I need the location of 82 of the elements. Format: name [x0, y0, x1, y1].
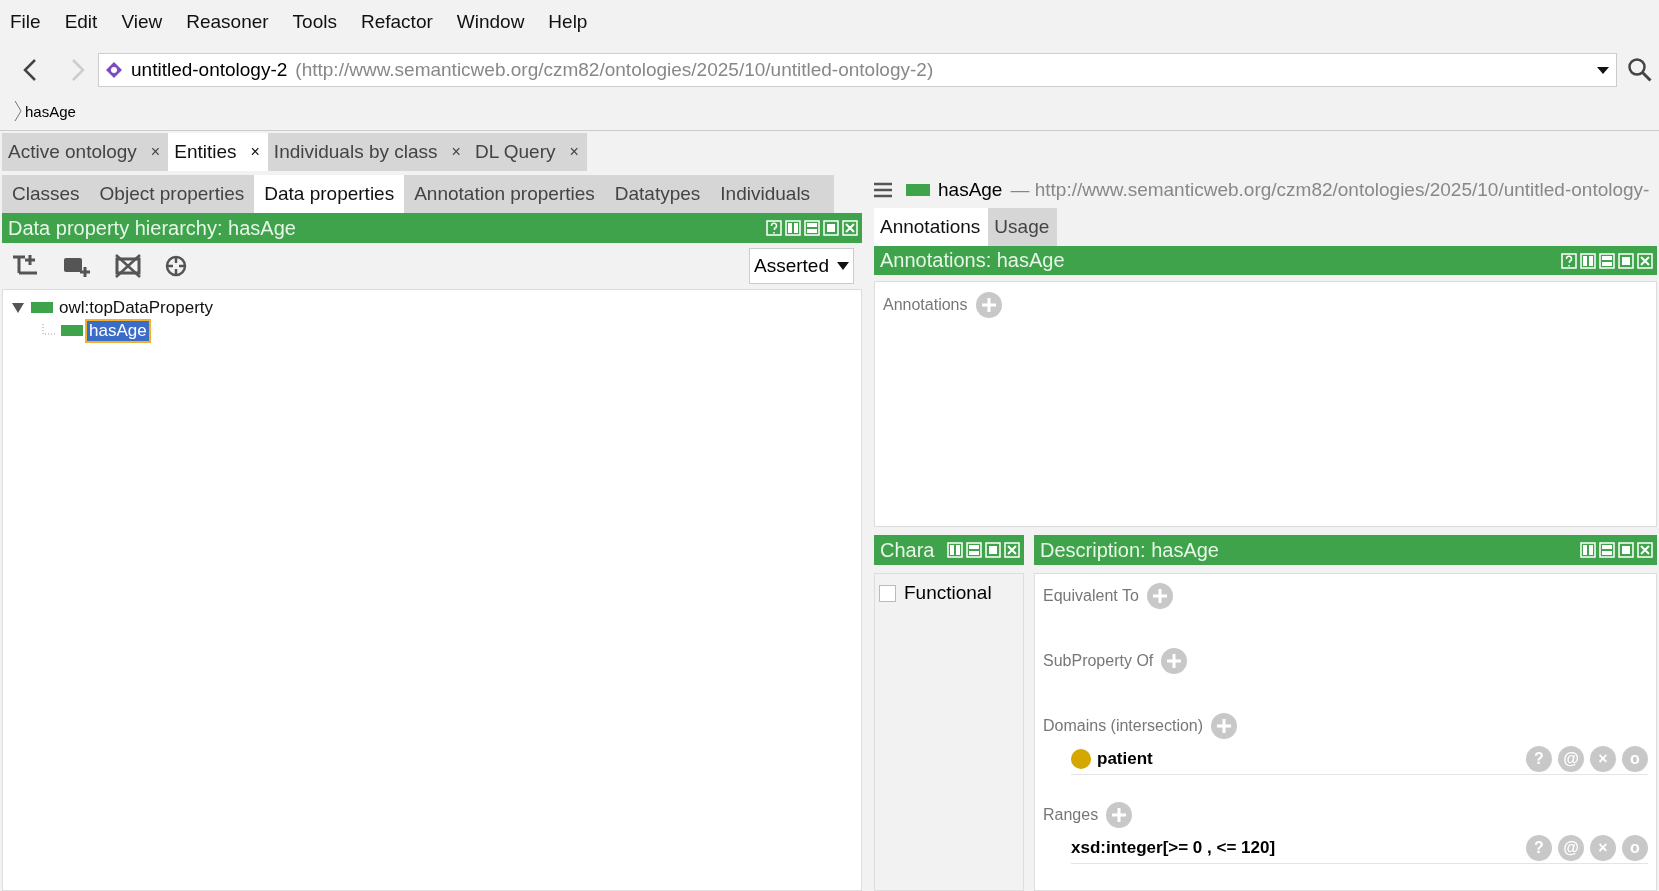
- view-title: Description: hasAge: [1040, 538, 1219, 562]
- menu-item[interactable]: Reasoner: [186, 11, 269, 33]
- menu-item[interactable]: File: [10, 11, 41, 33]
- workspace-tab[interactable]: Individuals by class ×: [267, 133, 469, 171]
- crosshair-icon[interactable]: [164, 254, 188, 278]
- add-icon[interactable]: [1146, 583, 1173, 609]
- entity-tab[interactable]: Datatypes: [604, 175, 711, 213]
- view-title: Data property hierarchy: hasAge: [8, 216, 296, 240]
- section-label: SubProperty Of: [1043, 652, 1154, 670]
- split-horizontal-icon[interactable]: [804, 220, 820, 236]
- close-icon[interactable]: [1637, 542, 1653, 558]
- breadcrumb-item[interactable]: hasAge: [25, 102, 76, 120]
- section-label: Domains (intersection): [1043, 717, 1204, 735]
- entity-tab[interactable]: Individuals: [710, 175, 821, 213]
- entity-tab[interactable]: Object properties: [89, 175, 255, 213]
- tab-close[interactable]: ×: [451, 143, 461, 161]
- search-icon[interactable]: [1627, 57, 1653, 83]
- workspace-tab[interactable]: DL Query ×: [468, 133, 587, 171]
- menu-item[interactable]: Refactor: [360, 11, 433, 33]
- dropdown-caret-icon: [837, 262, 849, 270]
- split-vertical-icon[interactable]: [1580, 252, 1596, 269]
- ontology-address-field[interactable]: untitled-ontology-2 (http://www.semanticweb.org/czm82/ontologies/2025/10/untitled-ontology-2): [98, 53, 1617, 87]
- entity-tab[interactable]: Classes: [2, 175, 90, 213]
- add-icon[interactable]: [1161, 648, 1188, 674]
- delete-icon[interactable]: [114, 253, 142, 279]
- menu-item[interactable]: Help: [548, 11, 588, 33]
- section-label: Annotations: [883, 296, 968, 315]
- section-label: Equivalent To: [1043, 587, 1139, 605]
- tree-line-icon: [41, 323, 57, 338]
- tree-node-label[interactable]: hasAge: [87, 320, 149, 341]
- view-title: Annotations: hasAge: [880, 249, 1065, 273]
- menu-icon[interactable]: [874, 182, 892, 199]
- entity-tab[interactable]: Annotation properties: [404, 175, 605, 213]
- dropdown-caret-icon[interactable]: [1596, 65, 1610, 75]
- tree-node-label[interactable]: owl:topDataProperty: [57, 297, 216, 318]
- view-title: Chara: [880, 538, 935, 562]
- data-property-icon: [61, 325, 83, 336]
- menu-item[interactable]: Tools: [292, 11, 337, 33]
- expand-toggle-icon[interactable]: [11, 300, 27, 315]
- maximize-icon[interactable]: [985, 542, 1001, 558]
- ontology-iri: (http://www.semanticweb.org/czm82/ontologies/2025/10/untitled-ontology-2): [295, 59, 934, 81]
- entity-iri: — http://www.semanticweb.org/czm82/ontologies/2025/10/untitled-ontology-: [1010, 179, 1650, 202]
- add-icon[interactable]: [1211, 713, 1238, 739]
- workspace-tab[interactable]: Active ontology ×: [2, 133, 169, 171]
- workspace-tab[interactable]: Entities ×: [168, 133, 268, 171]
- checkbox-label: Functional: [904, 582, 992, 604]
- tab-close[interactable]: ×: [250, 143, 260, 161]
- menu-item[interactable]: Window: [456, 11, 525, 33]
- axiom-text[interactable]: xsd:integer[>= 0 , <= 120]: [1071, 838, 1276, 858]
- tab-close[interactable]: ×: [150, 143, 161, 161]
- menu-item[interactable]: Edit: [64, 11, 98, 33]
- help-icon[interactable]: [1561, 252, 1577, 269]
- split-vertical-icon[interactable]: [947, 542, 963, 558]
- split-horizontal-icon[interactable]: [1599, 252, 1615, 269]
- maximize-icon[interactable]: [1618, 252, 1634, 269]
- split-vertical-icon[interactable]: [785, 220, 801, 236]
- close-icon[interactable]: [1637, 252, 1653, 269]
- data-property-icon: [906, 184, 930, 197]
- view-mode-select[interactable]: Asserted: [749, 248, 854, 284]
- breadcrumb-chevron-icon: [14, 100, 22, 122]
- axiom-text[interactable]: patient: [1097, 749, 1153, 769]
- split-horizontal-icon[interactable]: [966, 542, 982, 558]
- ontology-name: untitled-ontology-2: [131, 59, 288, 81]
- add-icon[interactable]: [1106, 802, 1133, 828]
- help-icon[interactable]: [766, 220, 782, 236]
- section-label: Ranges: [1043, 806, 1099, 824]
- entity-name: hasAge: [938, 179, 1003, 202]
- entity-tab[interactable]: Data properties: [254, 175, 405, 213]
- maximize-icon[interactable]: [823, 220, 839, 236]
- menu-item[interactable]: View: [121, 11, 163, 33]
- split-vertical-icon[interactable]: [1580, 542, 1596, 558]
- detail-tab[interactable]: Annotations: [874, 207, 989, 247]
- maximize-icon[interactable]: [1618, 542, 1634, 558]
- split-horizontal-icon[interactable]: [1599, 542, 1615, 558]
- data-property-icon: [31, 302, 53, 313]
- detail-tab[interactable]: Usage: [988, 207, 1058, 247]
- add-icon[interactable]: [975, 292, 1002, 319]
- checkbox[interactable]: [879, 584, 896, 602]
- close-icon[interactable]: [1004, 542, 1020, 558]
- close-icon[interactable]: [842, 220, 858, 236]
- ontology-icon: [105, 61, 123, 79]
- tab-close[interactable]: ×: [569, 143, 579, 161]
